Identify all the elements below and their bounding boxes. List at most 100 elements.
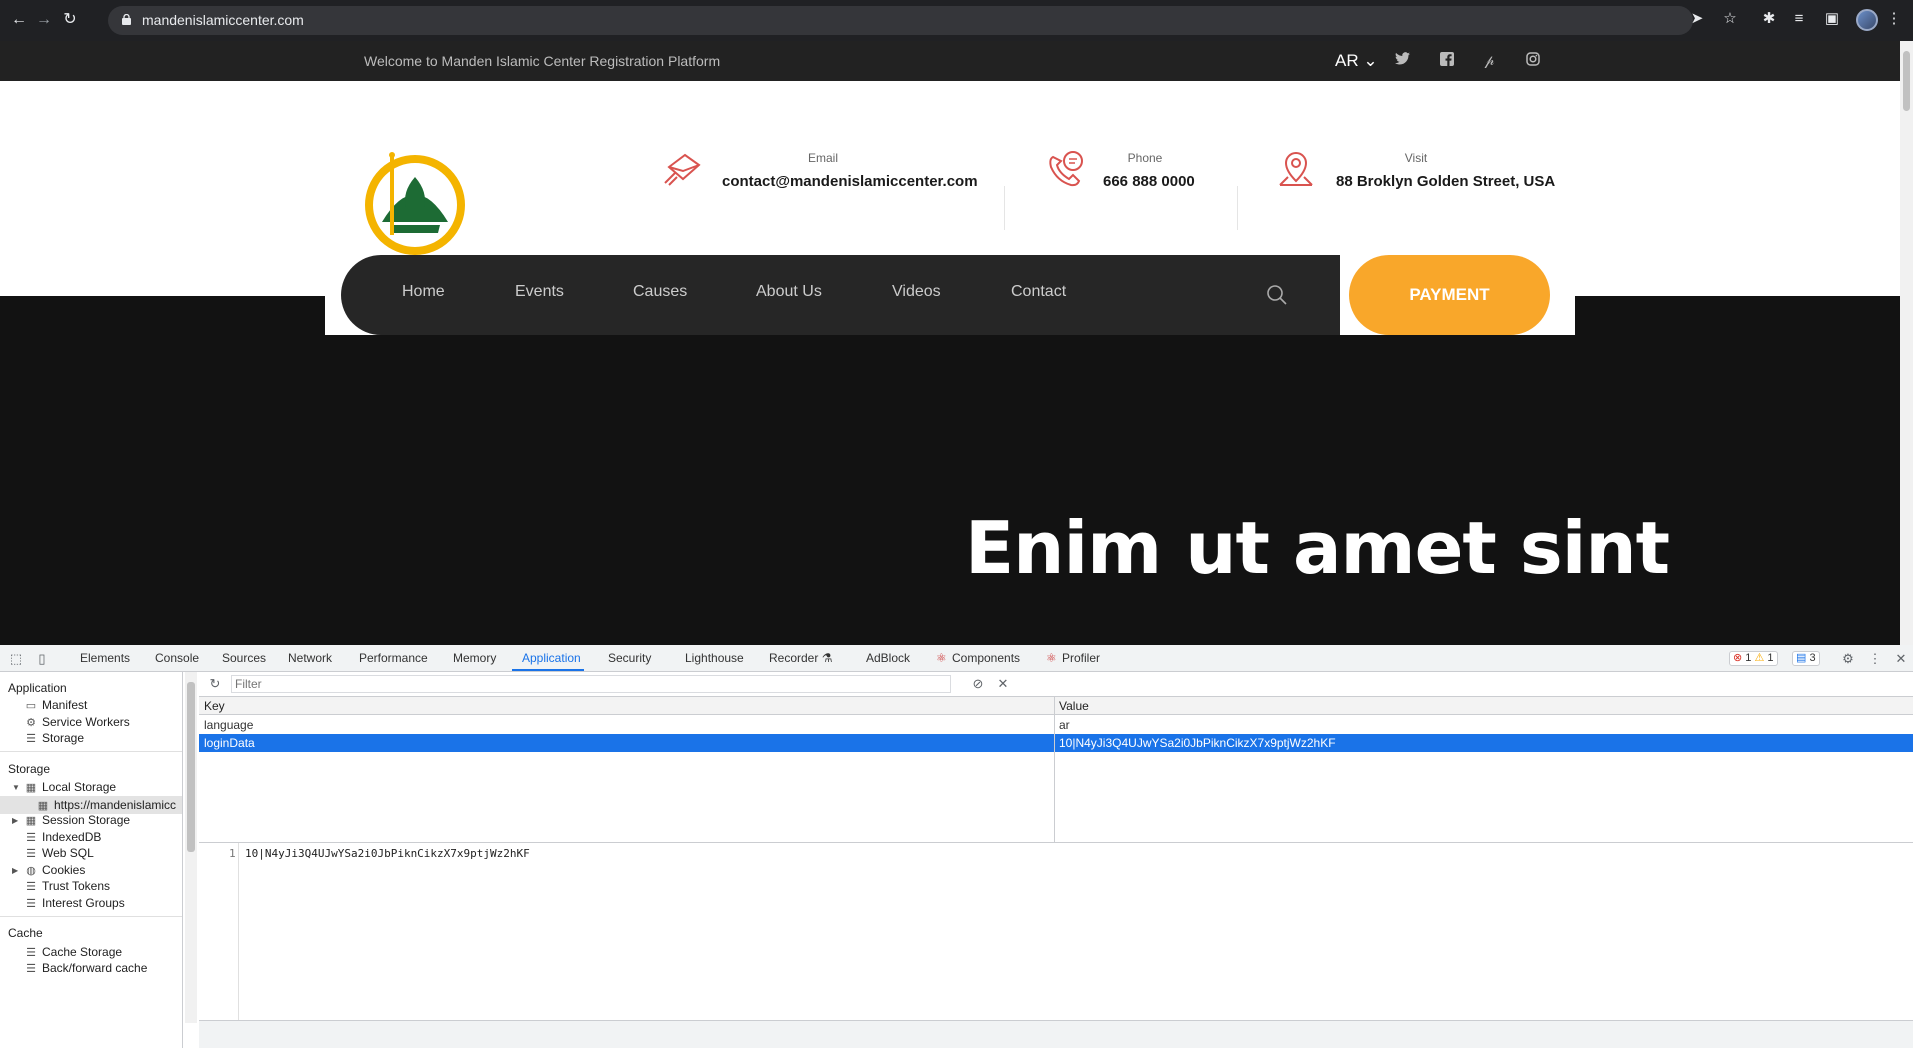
- scrollbar-thumb[interactable]: [187, 682, 195, 852]
- envelope-icon: [664, 153, 701, 186]
- preview-text[interactable]: 10|N4yJi3Q4UJwYSa2i0JbPiknCikzX7x9ptjWz2…: [245, 847, 530, 860]
- send-icon[interactable]: ➤: [1688, 10, 1706, 28]
- star-icon[interactable]: ☆: [1721, 10, 1739, 28]
- nav-videos[interactable]: Videos: [892, 283, 941, 301]
- collapse-triangle-icon[interactable]: ▶: [12, 816, 18, 825]
- nav-home[interactable]: Home: [402, 283, 445, 301]
- table-row-selected[interactable]: loginData 10|N4yJi3Q4UJwYSa2i0JbPiknCikz…: [199, 734, 1913, 752]
- row-key: language: [204, 718, 254, 732]
- sidebar-item-indexeddb[interactable]: ☰ IndexedDB: [24, 830, 101, 844]
- instagram-icon[interactable]: [1524, 52, 1541, 69]
- address-bar[interactable]: mandenislamiccenter.com: [108, 6, 1693, 35]
- device-toggle-icon[interactable]: ▯: [34, 651, 50, 667]
- reload-icon[interactable]: ↻: [61, 11, 79, 29]
- profile-avatar[interactable]: [1856, 9, 1878, 31]
- tab-sources[interactable]: Sources: [222, 651, 266, 665]
- database-icon: ☰: [26, 947, 36, 959]
- sidebar-item-session-storage[interactable]: ▦ Session Storage: [24, 813, 130, 827]
- tab-recorder[interactable]: Recorder ⚗: [769, 651, 832, 665]
- cookie-icon: ◍: [26, 865, 36, 877]
- gear-icon: ⚙: [26, 717, 36, 729]
- phone-label: Phone: [1127, 151, 1163, 165]
- divider: [0, 751, 182, 752]
- message-count: 3: [1809, 652, 1816, 664]
- tab-application[interactable]: Application: [522, 651, 581, 665]
- tab-components[interactable]: Components: [952, 651, 1020, 665]
- tab-performance[interactable]: Performance: [359, 651, 428, 665]
- sidepanel-icon[interactable]: ▣: [1823, 10, 1841, 28]
- delete-selected-icon[interactable]: ✕: [995, 676, 1011, 692]
- error-icon: ⊗: [1733, 652, 1743, 664]
- sidebar-item-trust-tokens[interactable]: ☰ Trust Tokens: [24, 879, 110, 893]
- sidebar-item-manifest[interactable]: ▭ Manifest: [24, 698, 88, 712]
- tab-memory[interactable]: Memory: [453, 651, 496, 665]
- sidebar-item-web-sql[interactable]: ☰ Web SQL: [24, 846, 94, 860]
- url-text[interactable]: mandenislamiccenter.com: [142, 12, 304, 28]
- back-icon[interactable]: ←: [10, 11, 28, 29]
- tab-adblock[interactable]: AdBlock: [866, 651, 910, 665]
- page-scrollbar[interactable]: [1900, 41, 1913, 645]
- inspect-icon[interactable]: ⬚: [8, 651, 24, 667]
- settings-icon[interactable]: ⚙: [1840, 651, 1856, 667]
- site-logo[interactable]: [360, 147, 470, 257]
- sidebar-item-local-origin[interactable]: ▦ https://mandenislamicc: [36, 798, 176, 812]
- column-key[interactable]: Key: [204, 699, 225, 713]
- sidebar-item-local-storage[interactable]: ▦ Local Storage: [24, 780, 116, 794]
- error-count: 1: [1745, 652, 1752, 664]
- tab-elements[interactable]: Elements: [80, 651, 130, 665]
- tab-security[interactable]: Security: [608, 651, 651, 665]
- devtools-panel: ⬚ ▯ Elements Console Sources Network Per…: [0, 645, 1913, 1048]
- sidebar-item-cache-storage[interactable]: ☰ Cache Storage: [24, 945, 122, 959]
- sidebar-item-label: Cache Storage: [42, 945, 123, 959]
- pinterest-icon[interactable]: 𝓅: [1481, 52, 1498, 69]
- clear-all-icon[interactable]: ⊘: [970, 676, 986, 692]
- sidebar-item-interest-groups[interactable]: ☰ Interest Groups: [24, 896, 125, 910]
- column-value[interactable]: Value: [1059, 699, 1089, 713]
- scrollbar-thumb[interactable]: [1903, 51, 1910, 111]
- expand-triangle-icon[interactable]: ▼: [12, 783, 20, 792]
- visit-value[interactable]: 88 Broklyn Golden Street, USA: [1336, 173, 1555, 190]
- database-icon: ☰: [26, 733, 36, 745]
- twitter-icon[interactable]: [1394, 52, 1411, 69]
- media-icon[interactable]: ≡: [1790, 10, 1808, 28]
- table-row[interactable]: language ar: [199, 716, 1913, 734]
- tab-network[interactable]: Network: [288, 651, 332, 665]
- nav-events[interactable]: Events: [515, 283, 564, 301]
- facebook-icon[interactable]: [1438, 52, 1455, 69]
- tab-console[interactable]: Console: [155, 651, 199, 665]
- warning-icon: ⚠: [1754, 652, 1765, 664]
- phone-value[interactable]: 666 888 0000: [1103, 173, 1195, 190]
- sidebar-item-label: Cookies: [42, 863, 86, 877]
- line-number: 1: [229, 847, 236, 860]
- sidebar-item-service-workers[interactable]: ⚙ Service Workers: [24, 715, 130, 729]
- email-value[interactable]: contact@mandenislamiccenter.com: [722, 173, 978, 190]
- language-selector[interactable]: AR ⌄: [1335, 51, 1378, 71]
- column-divider[interactable]: [1054, 697, 1055, 842]
- refresh-icon[interactable]: ↻: [207, 676, 223, 692]
- sidebar-scrollbar[interactable]: [185, 672, 197, 1023]
- collapse-triangle-icon[interactable]: ▶: [12, 866, 18, 875]
- sidebar-item-cookies[interactable]: ◍ Cookies: [24, 863, 85, 877]
- nav-about-us[interactable]: About Us: [756, 283, 822, 301]
- tab-lighthouse[interactable]: Lighthouse: [685, 651, 744, 665]
- sidebar-item-label: Back/forward cache: [42, 961, 148, 975]
- site-topbar: Welcome to Manden Islamic Center Registr…: [0, 41, 1900, 81]
- devtools-tabbar: ⬚ ▯ Elements Console Sources Network Per…: [0, 645, 1913, 672]
- more-options-icon[interactable]: ⋮: [1867, 651, 1883, 667]
- close-icon[interactable]: ✕: [1893, 651, 1909, 667]
- payment-button[interactable]: PAYMENT: [1349, 255, 1550, 335]
- extensions-icon[interactable]: ✱: [1760, 10, 1778, 28]
- nav-causes[interactable]: Causes: [633, 283, 687, 301]
- messages-badge[interactable]: ▤ 3: [1792, 651, 1820, 666]
- forward-icon[interactable]: →: [35, 11, 53, 29]
- menu-icon[interactable]: ⋮: [1885, 10, 1903, 28]
- database-icon: ☰: [26, 898, 36, 910]
- nav-contact[interactable]: Contact: [1011, 283, 1066, 301]
- location-pin-icon: [1279, 151, 1313, 186]
- sidebar-item-bfcache[interactable]: ☰ Back/forward cache: [24, 961, 147, 975]
- search-icon[interactable]: [1266, 284, 1288, 306]
- filter-input[interactable]: [231, 675, 951, 693]
- error-warning-badge[interactable]: ⊗ 1 ⚠ 1: [1729, 651, 1778, 666]
- sidebar-item-storage[interactable]: ☰ Storage: [24, 731, 84, 745]
- tab-profiler[interactable]: Profiler: [1062, 651, 1100, 665]
